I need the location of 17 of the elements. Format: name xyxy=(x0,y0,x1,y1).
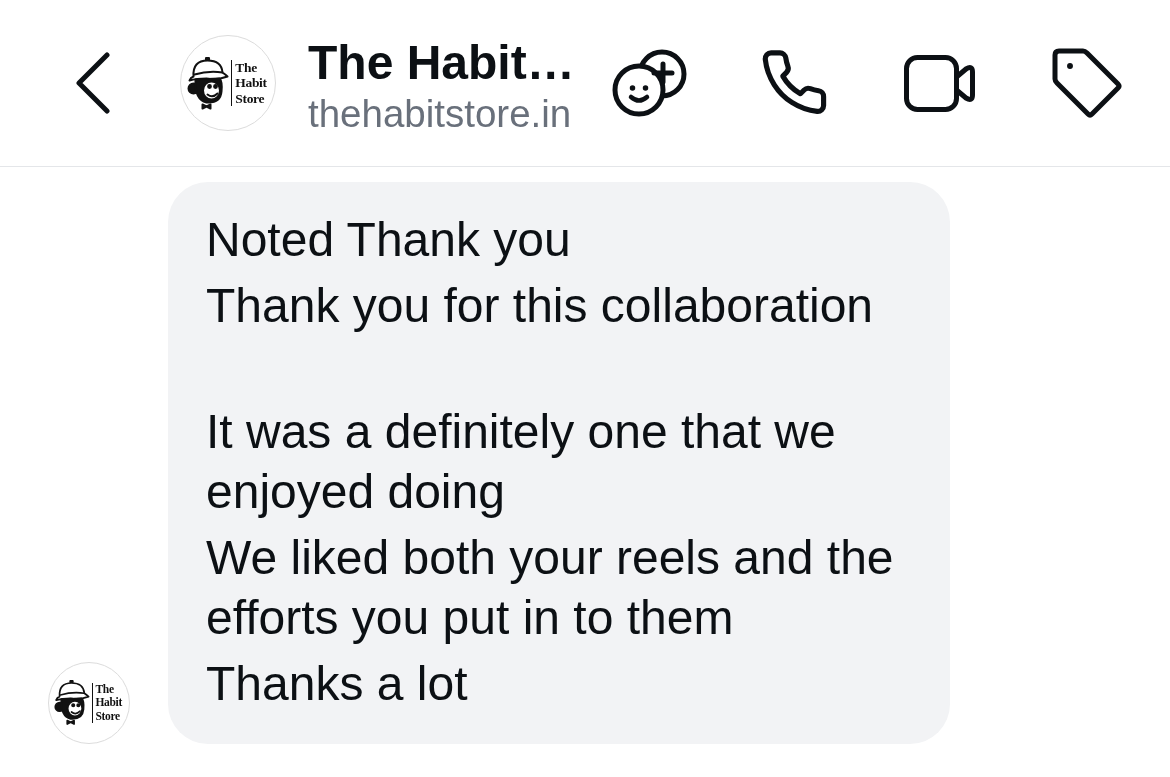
tag-icon[interactable] xyxy=(1051,48,1122,118)
phone-icon[interactable] xyxy=(761,50,828,116)
logo-text: The Habit Store xyxy=(91,683,123,723)
smiley-plus-icon[interactable] xyxy=(611,49,687,117)
logo-text: The Habit Store xyxy=(231,59,267,107)
video-camera-icon[interactable] xyxy=(902,53,977,113)
monkey-mascot-icon xyxy=(187,56,230,110)
message-text: We liked both your reels and the efforts you put in to them xyxy=(206,530,895,646)
message-text: It was a definitely one that we enjoyed doing xyxy=(206,404,837,520)
message-text: Thank you for this collaboration xyxy=(206,278,875,334)
message-text: Noted Thank you xyxy=(206,212,572,268)
message-text: Thanks a lot xyxy=(206,656,469,712)
avatar[interactable]: The Habit Store xyxy=(180,35,276,131)
chat-title: The Habit… xyxy=(308,35,575,91)
subtitle-text: thehabitstore.in xyxy=(308,91,573,137)
chevron-left-icon[interactable] xyxy=(76,52,110,114)
monkey-mascot-icon xyxy=(54,680,91,726)
